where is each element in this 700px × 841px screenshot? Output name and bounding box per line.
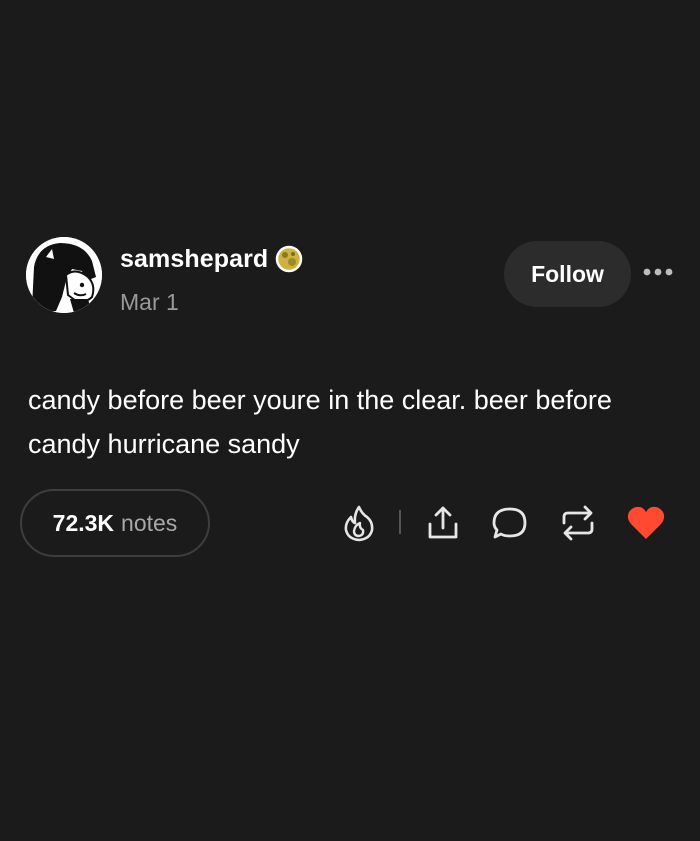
notes-label: notes — [121, 509, 178, 536]
fire-icon[interactable] — [338, 500, 380, 546]
comment-icon[interactable] — [489, 500, 531, 546]
notes-button[interactable]: 72.3K notes — [20, 489, 210, 557]
username-row: samshepard — [120, 244, 304, 274]
post-date: Mar 1 — [120, 289, 179, 315]
username[interactable]: samshepard — [120, 245, 268, 274]
notes-count: 72.3K — [52, 509, 115, 536]
avatar[interactable] — [26, 237, 102, 313]
reblog-icon[interactable] — [557, 500, 599, 546]
heart-icon[interactable] — [625, 500, 667, 546]
action-divider — [399, 510, 401, 534]
post-body: candy before beer youre in the clear. be… — [28, 385, 612, 459]
post: samshepard Mar 1 Follow candy before bee… — [0, 0, 700, 841]
avatar-image — [26, 237, 102, 313]
more-options-icon[interactable] — [640, 258, 676, 286]
follow-button[interactable]: Follow — [504, 241, 631, 307]
badge-icon[interactable] — [274, 244, 304, 274]
share-icon[interactable] — [422, 500, 464, 546]
